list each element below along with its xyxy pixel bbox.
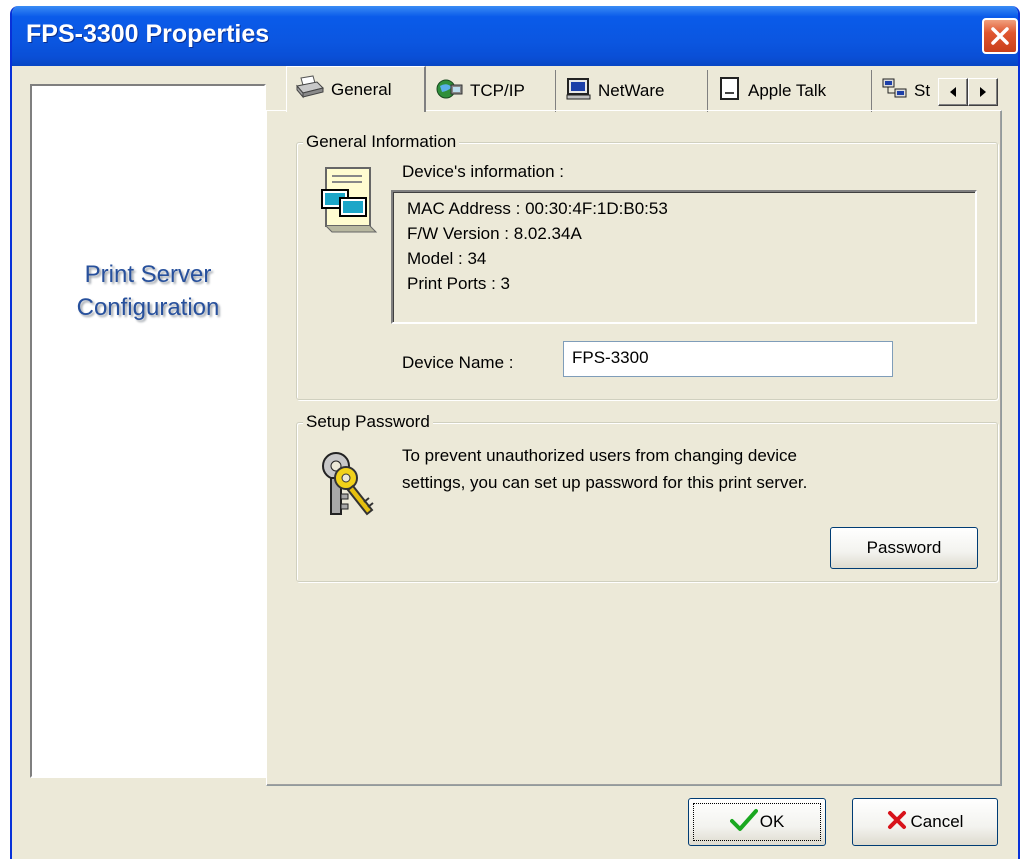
sidebar-title-line2: Configuration (76, 294, 220, 321)
tab-status[interactable]: St (874, 70, 938, 112)
device-info-box: MAC Address : 00:30:4F:1D:B0:53 F/W Vers… (391, 190, 977, 324)
cancel-x-icon (887, 810, 907, 835)
tab-status-label: St (914, 81, 931, 100)
password-description-line1: To prevent unauthorized users from chang… (402, 446, 798, 465)
device-name-input[interactable]: FPS-3300 (563, 341, 893, 377)
close-icon (991, 27, 1009, 45)
print-ports-text: Print Ports : 3 (407, 274, 510, 293)
network-globe-icon (436, 77, 464, 106)
arrow-left-icon (950, 87, 956, 97)
cancel-label: Cancel (910, 812, 964, 831)
ok-button[interactable]: OK (688, 798, 826, 846)
sidebar-title-line1: Print Server (84, 261, 212, 288)
tab-tcpip-label: TCP/IP (470, 81, 525, 100)
tab-apple-talk-label: Apple Talk (748, 81, 827, 100)
model-text: Model : 34 (407, 249, 487, 268)
tab-netware-label: NetWare (598, 81, 665, 100)
password-description-line2: settings, you can set up password for th… (402, 473, 808, 492)
computer-icon (566, 77, 592, 106)
sidebar-banner: Print Server Configuration (30, 84, 266, 778)
arrow-right-icon (980, 87, 986, 97)
device-info-icon (318, 166, 378, 239)
password-button[interactable]: Password (830, 527, 978, 569)
document-icon (718, 76, 742, 107)
device-info-label: Device's information : (402, 162, 564, 181)
printer-icon (295, 74, 325, 105)
firmware-version-text: F/W Version : 8.02.34A (407, 224, 582, 243)
tab-scroll-left-button[interactable] (938, 78, 968, 106)
tab-general-label: General (331, 79, 392, 99)
tab-tcpip[interactable]: TCP/IP (428, 70, 556, 112)
tab-apple-talk[interactable]: Apple Talk (710, 70, 872, 112)
setup-password-legend: Setup Password (303, 411, 433, 433)
tab-scroll-buttons (938, 78, 998, 106)
title-bar[interactable]: FPS-3300 Properties (12, 6, 1018, 66)
tab-netware[interactable]: NetWare (558, 70, 708, 112)
device-name-label: Device Name : (402, 353, 514, 372)
network-computers-icon (882, 77, 908, 106)
close-button[interactable] (982, 18, 1018, 54)
mac-address-text: MAC Address : 00:30:4F:1D:B0:53 (407, 199, 668, 218)
cancel-button[interactable]: Cancel (852, 798, 998, 846)
focus-rect (693, 803, 821, 841)
sidebar-title: Print Server Configuration (32, 258, 264, 324)
tab-general[interactable]: General (286, 66, 426, 112)
tab-scroll-right-button[interactable] (968, 78, 998, 106)
window-title: FPS-3300 Properties (26, 20, 270, 48)
keys-icon (316, 448, 378, 525)
general-information-legend: General Information (303, 131, 460, 153)
